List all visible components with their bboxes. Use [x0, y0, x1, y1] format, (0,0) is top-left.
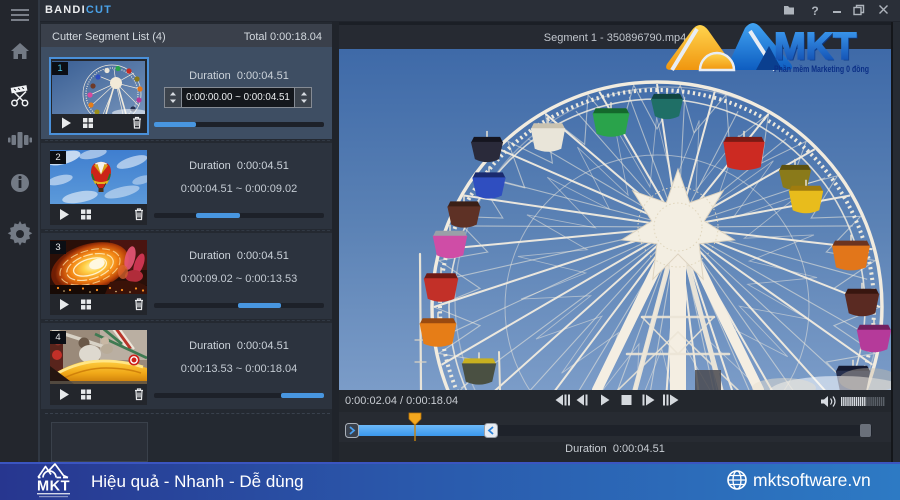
svg-text:MKT: MKT: [774, 26, 856, 68]
svg-text:Phần mềm Marketing 0 đồng: Phần mềm Marketing 0 đồng: [774, 64, 869, 74]
svg-text:MKT: MKT: [37, 479, 70, 495]
svg-text:?: ?: [811, 4, 818, 18]
